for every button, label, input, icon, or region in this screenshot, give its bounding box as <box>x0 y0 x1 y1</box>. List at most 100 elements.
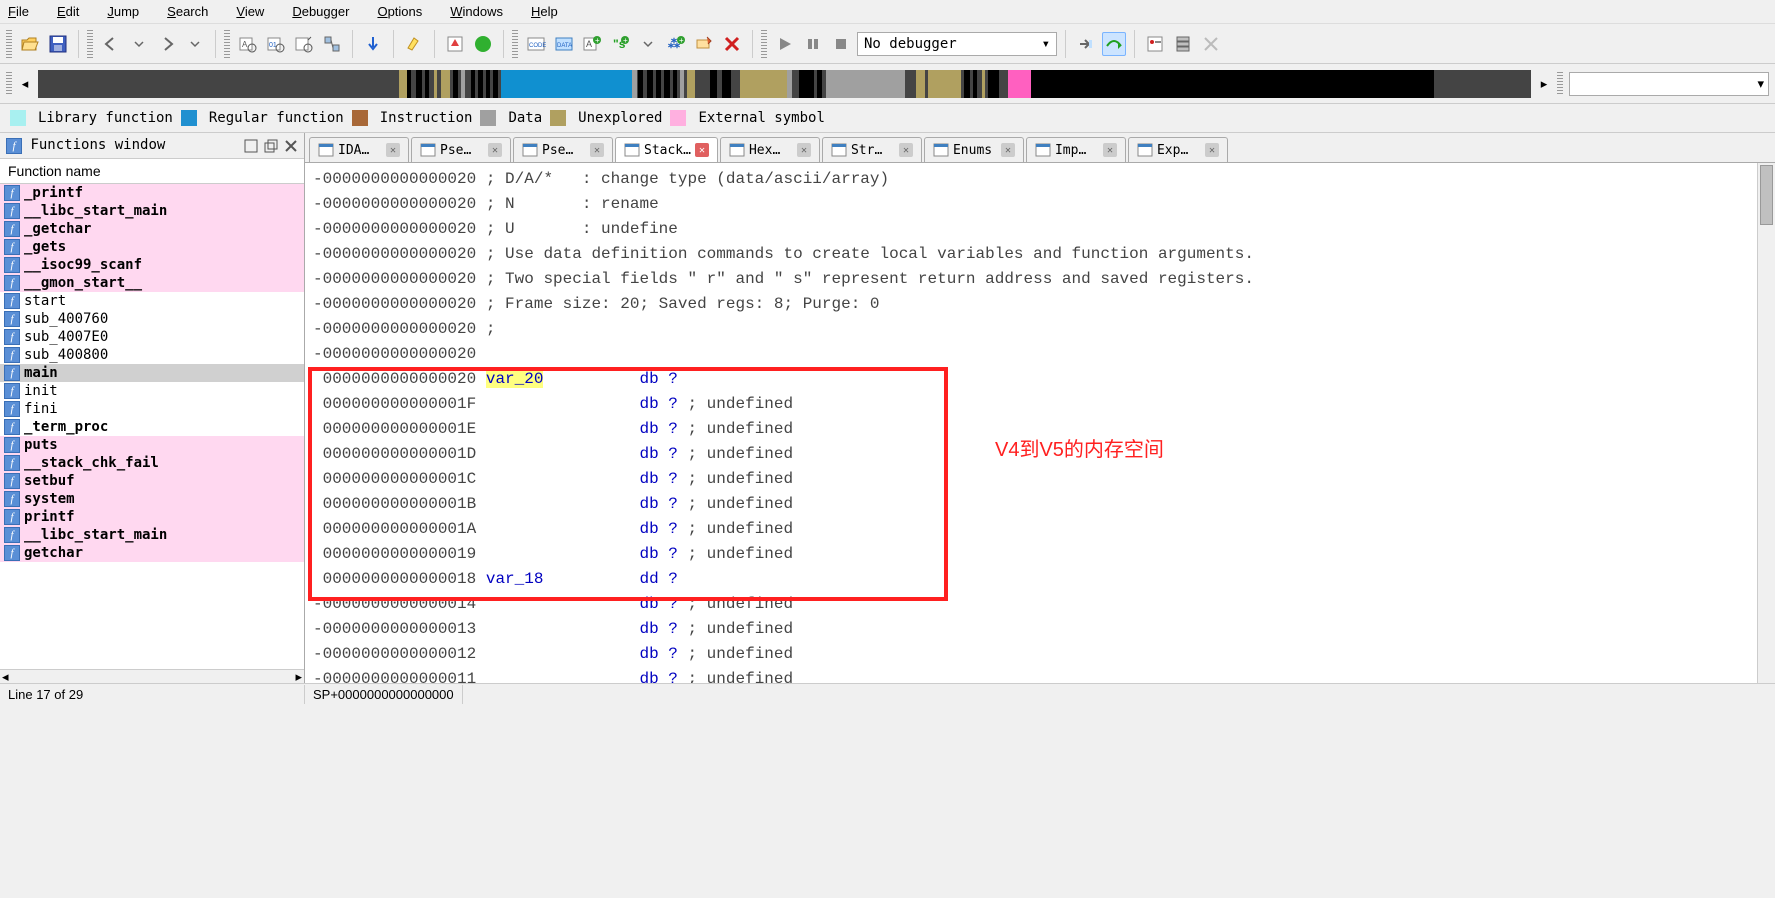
tab-close-icon[interactable]: ✕ <box>797 143 811 157</box>
tab-close-icon[interactable]: ✕ <box>386 143 400 157</box>
xref-icon[interactable] <box>320 32 344 56</box>
debug-stop-icon[interactable] <box>829 32 853 56</box>
menu-edit[interactable]: Edit <box>57 4 79 19</box>
function-row[interactable]: f__libc_start_main <box>0 526 304 544</box>
function-name: puts <box>24 437 58 453</box>
function-row[interactable]: f__libc_start_main <box>0 202 304 220</box>
v-scrollbar[interactable] <box>1757 163 1775 683</box>
array-add-icon[interactable]: ⁂+ <box>664 32 688 56</box>
function-row[interactable]: fgetchar <box>0 544 304 562</box>
function-row[interactable]: f__stack_chk_fail <box>0 454 304 472</box>
stack-view[interactable]: -0000000000000020 ; D/A/* : change type … <box>305 163 1775 683</box>
string-add-icon[interactable]: "s+ <box>608 32 632 56</box>
nav-right-icon[interactable]: ▸ <box>1537 72 1551 96</box>
window-close-icon[interactable] <box>284 139 298 153</box>
function-row[interactable]: finit <box>0 382 304 400</box>
tab-ida[interactable]: IDA…✕ <box>309 137 409 162</box>
function-icon: f <box>4 437 20 453</box>
function-row[interactable]: fstart <box>0 292 304 310</box>
nav-track[interactable] <box>38 70 1531 98</box>
nav-left-icon[interactable]: ◂ <box>18 72 32 96</box>
function-row[interactable]: fputs <box>0 436 304 454</box>
menu-file[interactable]: File <box>8 4 29 19</box>
window-detach-icon[interactable] <box>244 139 258 153</box>
save-icon[interactable] <box>46 32 70 56</box>
tab-str[interactable]: Str…✕ <box>822 137 922 162</box>
forward-dropdown-icon[interactable] <box>183 32 207 56</box>
menu-jump[interactable]: Jump <box>107 4 139 19</box>
tab-hex[interactable]: Hex…✕ <box>720 137 820 162</box>
tab-close-icon[interactable]: ✕ <box>1205 143 1219 157</box>
tab-enums[interactable]: Enums✕ <box>924 137 1024 162</box>
function-row[interactable]: fsub_400800 <box>0 346 304 364</box>
function-row[interactable]: f__isoc99_scanf <box>0 256 304 274</box>
highlight-icon[interactable] <box>402 32 426 56</box>
function-icon: f <box>4 473 20 489</box>
enum-icon <box>933 142 949 158</box>
back-dropdown-icon[interactable] <box>127 32 151 56</box>
tab-close-icon[interactable]: ✕ <box>899 143 913 157</box>
step-icon[interactable] <box>1074 32 1098 56</box>
open-icon[interactable] <box>18 32 42 56</box>
function-icon: f <box>4 419 20 435</box>
tab-close-icon[interactable]: ✕ <box>590 143 604 157</box>
rename-icon[interactable] <box>692 32 716 56</box>
menu-view[interactable]: View <box>236 4 264 19</box>
function-row[interactable]: fprintf <box>0 508 304 526</box>
chevron-down-icon: ▾ <box>1757 76 1764 92</box>
search-binary-icon[interactable]: 01 <box>264 32 288 56</box>
function-row[interactable]: f_gets <box>0 238 304 256</box>
tab-close-icon[interactable]: ✕ <box>488 143 502 157</box>
function-row[interactable]: f_printf <box>0 184 304 202</box>
run-green-icon[interactable] <box>471 32 495 56</box>
stack-icon[interactable] <box>1171 32 1195 56</box>
tab-imp[interactable]: Imp…✕ <box>1026 137 1126 162</box>
grip <box>512 30 518 58</box>
step-over-icon[interactable] <box>1102 32 1126 56</box>
tab-pse[interactable]: Pse…✕ <box>513 137 613 162</box>
column-header[interactable]: Function name <box>0 159 304 184</box>
menu-windows[interactable]: Windows <box>450 4 503 19</box>
function-name: __libc_start_main <box>24 203 167 219</box>
tab-close-icon[interactable]: ✕ <box>1001 143 1015 157</box>
jump-down-icon[interactable] <box>361 32 385 56</box>
function-name: system <box>24 491 75 507</box>
tab-exp[interactable]: Exp…✕ <box>1128 137 1228 162</box>
debug-x-icon[interactable] <box>1199 32 1223 56</box>
menu-options[interactable]: Options <box>377 4 422 19</box>
function-name: setbuf <box>24 473 75 489</box>
function-row[interactable]: ffini <box>0 400 304 418</box>
search-text-icon[interactable]: A <box>236 32 260 56</box>
data-icon[interactable]: DATA <box>552 32 576 56</box>
function-row[interactable]: f_getchar <box>0 220 304 238</box>
h-scrollbar[interactable]: ◂▸ <box>0 669 304 683</box>
debug-pause-icon[interactable] <box>801 32 825 56</box>
function-row[interactable]: fsub_400760 <box>0 310 304 328</box>
breakpoint-list-icon[interactable] <box>1143 32 1167 56</box>
debugger-select[interactable]: No debugger▾ <box>857 32 1057 56</box>
code-icon[interactable]: CODE <box>524 32 548 56</box>
warning-icon[interactable] <box>443 32 467 56</box>
search-next-icon[interactable] <box>292 32 316 56</box>
debug-run-icon[interactable] <box>773 32 797 56</box>
function-row[interactable]: fmain <box>0 364 304 382</box>
tab-close-icon[interactable]: ✕ <box>695 143 709 157</box>
back-icon[interactable] <box>99 32 123 56</box>
tab-close-icon[interactable]: ✕ <box>1103 143 1117 157</box>
window-restore-icon[interactable] <box>264 139 278 153</box>
forward-icon[interactable] <box>155 32 179 56</box>
menu-help[interactable]: Help <box>531 4 558 19</box>
function-row[interactable]: f_term_proc <box>0 418 304 436</box>
menu-debugger[interactable]: Debugger <box>292 4 349 19</box>
tab-stack[interactable]: Stack…✕ <box>615 137 718 162</box>
function-row[interactable]: f__gmon_start__ <box>0 274 304 292</box>
string-dropdown-icon[interactable] <box>636 32 660 56</box>
nav-combo[interactable]: ▾ <box>1569 72 1769 96</box>
function-row[interactable]: fsetbuf <box>0 472 304 490</box>
delete-icon[interactable] <box>720 32 744 56</box>
struct-add-icon[interactable]: A+ <box>580 32 604 56</box>
function-row[interactable]: fsub_4007E0 <box>0 328 304 346</box>
tab-pse[interactable]: Pse…✕ <box>411 137 511 162</box>
function-row[interactable]: fsystem <box>0 490 304 508</box>
menu-search[interactable]: Search <box>167 4 208 19</box>
